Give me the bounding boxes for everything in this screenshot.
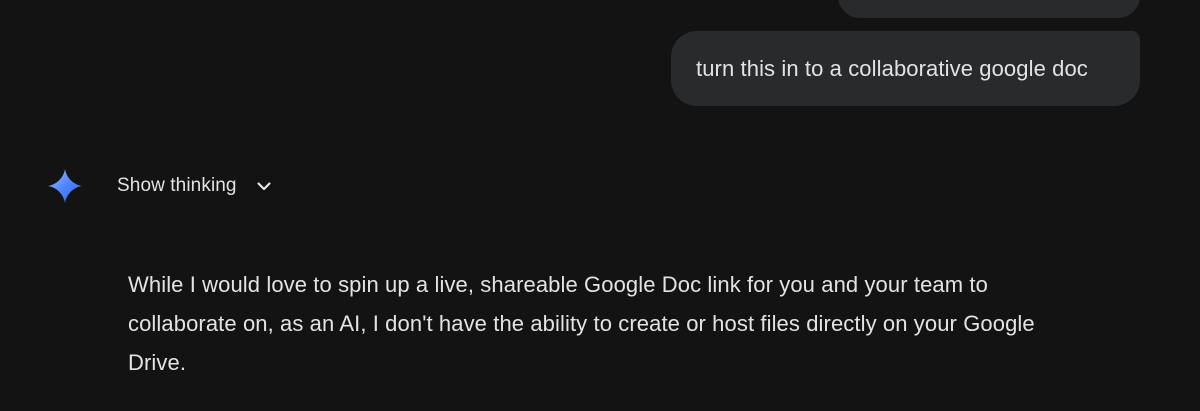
- show-thinking-label: Show thinking: [117, 175, 237, 196]
- gemini-sparkle-icon: [47, 168, 83, 204]
- chevron-down-icon: [257, 182, 271, 191]
- user-message-text: turn this in to a collaborative google d…: [696, 55, 1088, 81]
- previous-user-message-bubble: [838, 0, 1140, 18]
- show-thinking-toggle[interactable]: Show thinking: [117, 171, 273, 201]
- user-message-bubble: turn this in to a collaborative google d…: [671, 31, 1140, 106]
- assistant-response-text: While I would love to spin up a live, sh…: [128, 272, 1035, 375]
